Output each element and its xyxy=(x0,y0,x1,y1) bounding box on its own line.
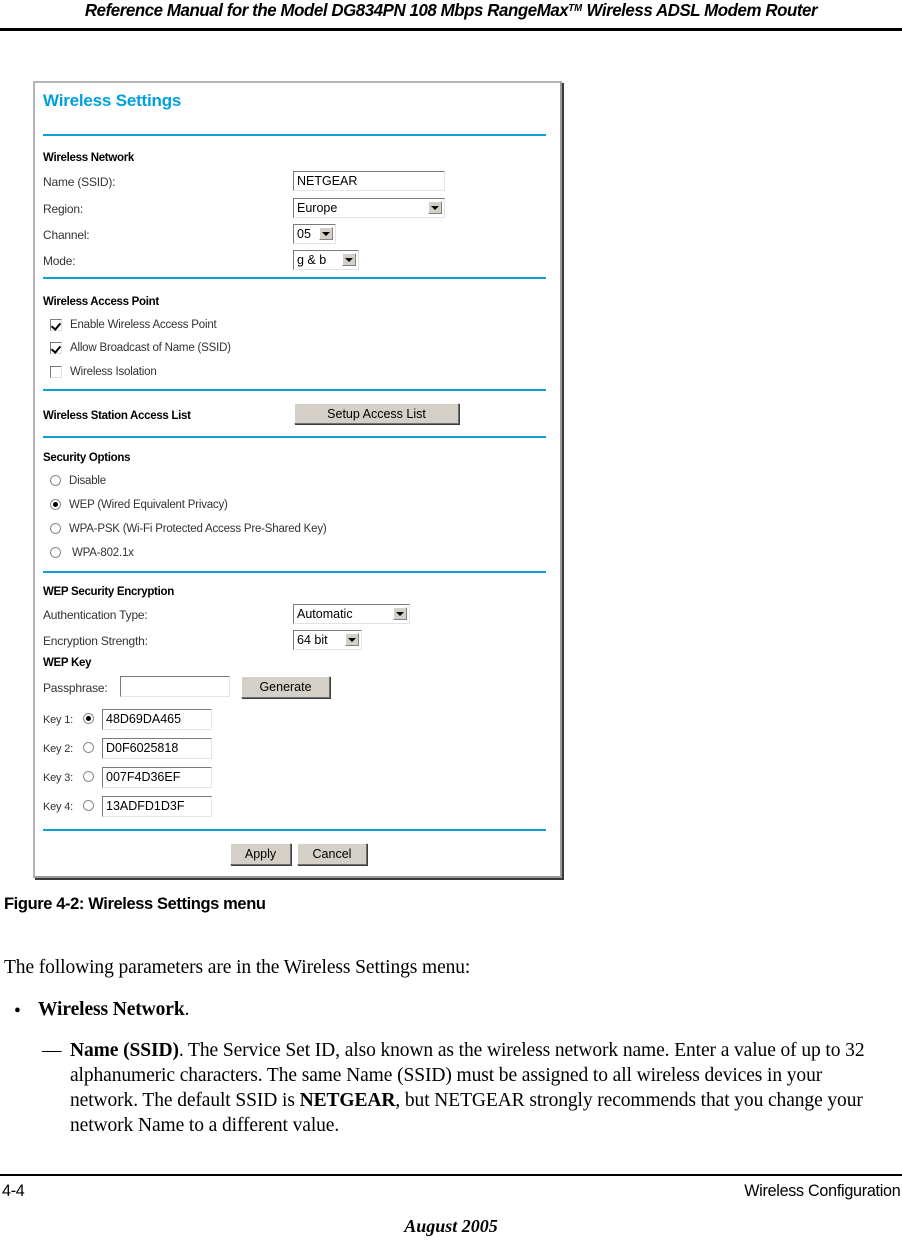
chevron-down-icon[interactable] xyxy=(393,607,407,620)
divider-after-network xyxy=(43,277,546,279)
key-2-input[interactable]: D0F6025818 xyxy=(102,738,212,759)
authentication-type-value: Automatic xyxy=(297,607,353,621)
dash-marker: — xyxy=(42,1040,62,1061)
divider-after-access-point xyxy=(43,389,546,391)
divider-top xyxy=(43,134,546,136)
divider-after-security xyxy=(43,571,546,573)
label-channel: Channel: xyxy=(43,228,90,242)
section-wep-key-label: WEP Key xyxy=(43,657,92,669)
dash-bold-netgear: NETGEAR xyxy=(299,1090,396,1111)
figure-caption: Figure 4-2: Wireless Settings menu xyxy=(4,894,266,913)
dash-name-ssid-paragraph: Name (SSID). The Service Set ID, also kn… xyxy=(70,1038,870,1138)
radio-security-wpa-psk-label: WPA-PSK (Wi-Fi Protected Access Pre-Shar… xyxy=(69,523,327,535)
key-1-input[interactable]: 48D69DA465 xyxy=(102,709,212,730)
radio-key-3[interactable] xyxy=(83,771,94,782)
manual-title-main: Reference Manual for the Model DG834PN 1… xyxy=(84,0,569,20)
label-ssid: Name (SSID): xyxy=(43,175,116,189)
section-security-options-label: Security Options xyxy=(43,452,131,464)
footer-page-number: 4-4 xyxy=(2,1181,25,1200)
cancel-button[interactable]: Cancel xyxy=(297,843,367,865)
encryption-strength-select[interactable]: 64 bit xyxy=(293,630,362,650)
ssid-input[interactable]: NETGEAR xyxy=(293,171,445,191)
chevron-down-icon[interactable] xyxy=(345,633,359,646)
checkbox-enable-access-point-label: Enable Wireless Access Point xyxy=(70,319,217,331)
footer-rule xyxy=(0,1174,902,1176)
bullet-term: Wireless Network xyxy=(38,999,185,1020)
page-header: Reference Manual for the Model DG834PN 1… xyxy=(0,0,902,34)
section-wireless-network-label: Wireless Network xyxy=(43,152,134,164)
key-3-input[interactable]: 007F4D36EF xyxy=(102,767,212,788)
radio-security-disable-label: Disable xyxy=(69,475,106,487)
checkbox-allow-broadcast-ssid[interactable] xyxy=(50,342,62,354)
checkbox-allow-broadcast-ssid-label: Allow Broadcast of Name (SSID) xyxy=(70,342,231,354)
radio-key-4[interactable] xyxy=(83,800,94,811)
radio-key-1[interactable] xyxy=(83,713,94,724)
intro-paragraph: The following parameters are in the Wire… xyxy=(4,957,471,978)
bullet-wireless-network: Wireless Network. xyxy=(38,997,538,1022)
mode-select[interactable]: g & b xyxy=(293,250,359,270)
section-wep-encryption-label: WEP Security Encryption xyxy=(43,586,174,598)
bullet-marker: • xyxy=(14,1001,21,1022)
manual-title-tail: Wireless ADSL Modem Router xyxy=(582,0,818,20)
authentication-type-select[interactable]: Automatic xyxy=(293,604,410,624)
key-4-input[interactable]: 13ADFD1D3F xyxy=(102,796,212,817)
panel-inner: Wireless Settings Wireless Network Name … xyxy=(35,83,560,876)
chevron-down-icon[interactable] xyxy=(428,201,442,214)
divider-after-access-list xyxy=(43,436,546,438)
generate-button[interactable]: Generate xyxy=(241,676,330,698)
wireless-settings-screenshot: Wireless Settings Wireless Network Name … xyxy=(33,81,562,878)
radio-security-wep[interactable] xyxy=(50,499,61,510)
label-mode: Mode: xyxy=(43,254,76,268)
label-encryption-strength: Encryption Strength: xyxy=(43,634,148,648)
radio-security-wpa-802-1x[interactable] xyxy=(50,547,61,558)
section-access-point-label: Wireless Access Point xyxy=(43,296,159,308)
header-rule xyxy=(0,28,902,31)
label-key-2: Key 2: xyxy=(43,743,73,755)
radio-security-wpa-802-1x-label: WPA-802.1x xyxy=(72,547,134,559)
footer-date: August 2005 xyxy=(404,1216,498,1236)
page-title: Wireless Settings xyxy=(43,91,182,110)
apply-button[interactable]: Apply xyxy=(230,843,291,865)
setup-access-list-button[interactable]: Setup Access List xyxy=(294,403,459,424)
bullet-rest: . xyxy=(184,999,190,1020)
radio-security-wpa-psk[interactable] xyxy=(50,523,61,534)
label-authentication-type: Authentication Type: xyxy=(43,608,148,622)
divider-before-actions xyxy=(43,829,546,831)
label-key-1: Key 1: xyxy=(43,714,73,726)
chevron-down-icon[interactable] xyxy=(342,253,356,266)
trademark-mark: TM xyxy=(568,3,583,14)
checkbox-enable-access-point[interactable] xyxy=(50,319,62,331)
checkbox-wireless-isolation[interactable] xyxy=(50,366,62,378)
channel-select-value: 05 xyxy=(297,227,311,241)
label-key-4: Key 4: xyxy=(43,801,73,813)
region-select-value: Europe xyxy=(297,201,338,215)
section-station-access-list-label: Wireless Station Access List xyxy=(43,410,191,422)
footer-section: Wireless Configuration xyxy=(743,1181,900,1200)
region-select[interactable]: Europe xyxy=(293,198,445,218)
radio-security-wep-label: WEP (Wired Equivalent Privacy) xyxy=(69,499,228,511)
checkbox-wireless-isolation-label: Wireless Isolation xyxy=(70,366,157,378)
mode-select-value: g & b xyxy=(297,253,327,267)
dash-term: Name (SSID) xyxy=(70,1040,179,1061)
label-key-3: Key 3: xyxy=(43,772,73,784)
label-region: Region: xyxy=(43,202,83,216)
radio-key-2[interactable] xyxy=(83,742,94,753)
channel-select[interactable]: 05 xyxy=(293,224,336,244)
label-passphrase: Passphrase: xyxy=(43,681,108,695)
radio-security-disable[interactable] xyxy=(50,475,61,486)
manual-title: Reference Manual for the Model DG834PN 1… xyxy=(16,0,886,21)
passphrase-input[interactable] xyxy=(120,676,230,697)
encryption-strength-value: 64 bit xyxy=(297,633,328,647)
chevron-down-icon[interactable] xyxy=(319,227,333,240)
